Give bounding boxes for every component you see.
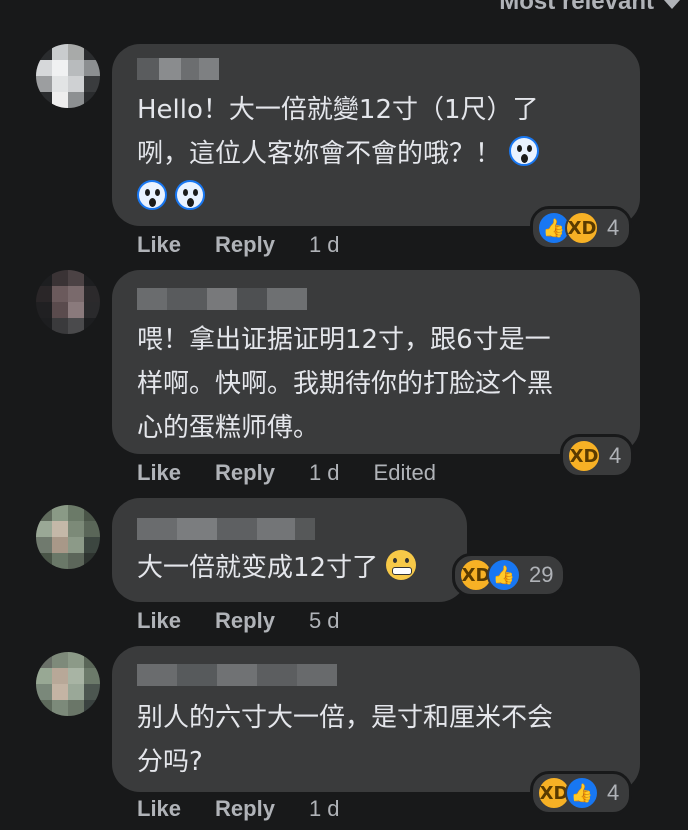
reaction-summary[interactable]: XD 👍 4: [530, 771, 633, 815]
author-name-blurred[interactable]: [137, 58, 219, 80]
reply-button[interactable]: Reply: [215, 608, 275, 634]
grimacing-face-icon: [386, 550, 417, 580]
reply-button[interactable]: Reply: [215, 796, 275, 822]
screaming-face-icon: [509, 136, 540, 166]
author-name-blurred[interactable]: [137, 288, 307, 310]
comment-bubble: 喂！拿出证据证明12寸，跟6寸是一 样啊。快啊。我期待你的打脸这个黑 心的蛋糕师…: [112, 270, 640, 454]
author-name-blurred[interactable]: [137, 664, 337, 686]
reaction-count: 4: [609, 443, 622, 468]
sort-label: Most relevant: [499, 0, 654, 15]
comment-text: 喂！拿出证据证明12寸，跟6寸是一 样啊。快啊。我期待你的打脸这个黑 心的蛋糕师…: [137, 325, 554, 443]
avatar[interactable]: [36, 652, 100, 716]
comment-text: 大一倍就变成12寸了: [137, 546, 417, 590]
timestamp[interactable]: 1 d: [309, 232, 340, 258]
like-button[interactable]: Like: [137, 796, 181, 822]
avatar[interactable]: [36, 270, 100, 334]
haha-icon: XD: [565, 211, 599, 245]
reaction-summary[interactable]: 👍 XD 4: [530, 206, 633, 250]
comment-actions: Like Reply 1 d Edited: [137, 460, 470, 486]
comment-bubble: Hello！大一倍就變12寸（1尺）了 咧，這位人客妳會不會的哦？！: [112, 44, 640, 226]
sort-dropdown[interactable]: Most relevant: [499, 0, 680, 16]
like-icon: 👍: [565, 776, 599, 810]
timestamp[interactable]: 1 d: [309, 796, 340, 822]
comment-text: Hello！大一倍就變12寸（1尺）了 咧，這位人客妳會不會的哦？！: [137, 88, 620, 220]
comment-actions: Like Reply 1 d: [137, 232, 374, 258]
avatar[interactable]: [36, 505, 100, 569]
screaming-face-icon: [175, 180, 206, 210]
timestamp[interactable]: 1 d: [309, 460, 340, 486]
like-button[interactable]: Like: [137, 460, 181, 486]
reaction-count: 4: [607, 215, 620, 240]
edited-label[interactable]: Edited: [374, 460, 436, 486]
like-button[interactable]: Like: [137, 232, 181, 258]
timestamp[interactable]: 5 d: [309, 608, 340, 634]
reaction-summary[interactable]: XD 4: [560, 434, 635, 478]
reaction-summary[interactable]: XD 👍 29: [452, 553, 567, 597]
reaction-count: 4: [607, 780, 620, 805]
reply-button[interactable]: Reply: [215, 460, 275, 486]
chevron-down-icon: [664, 0, 680, 9]
comment-bubble: 大一倍就变成12寸了: [112, 498, 467, 602]
haha-icon: XD: [567, 439, 601, 473]
comment-actions: Like Reply 1 d: [137, 796, 374, 822]
author-name-blurred[interactable]: [137, 518, 315, 540]
avatar[interactable]: [36, 44, 100, 108]
screaming-face-icon: [137, 180, 167, 210]
reply-button[interactable]: Reply: [215, 232, 275, 258]
comment-actions: Like Reply 5 d: [137, 608, 374, 634]
like-icon: 👍: [487, 558, 521, 592]
reaction-count: 29: [529, 562, 554, 587]
like-button[interactable]: Like: [137, 608, 181, 634]
